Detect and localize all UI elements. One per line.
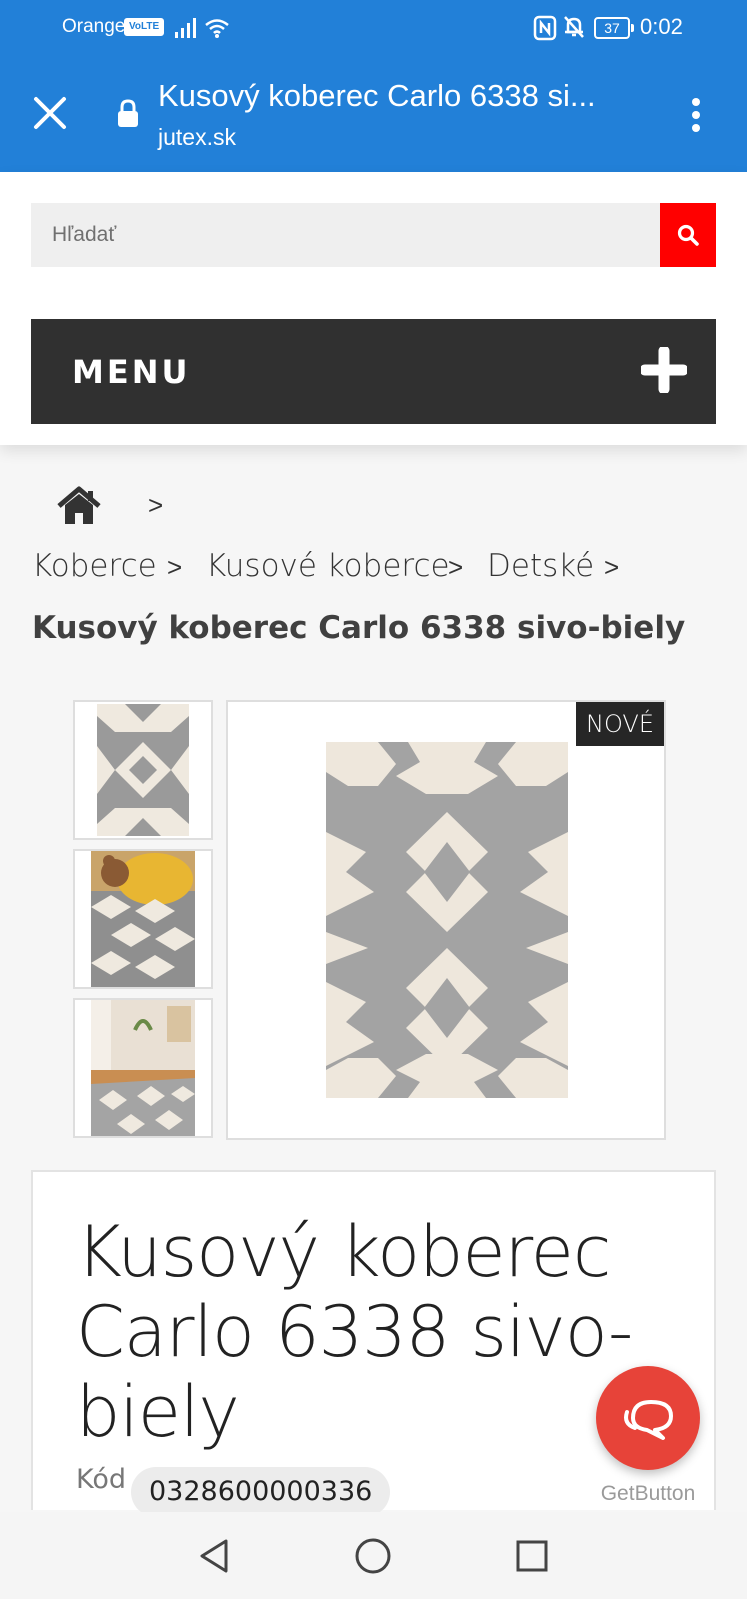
breadcrumb-separator: > <box>167 552 183 582</box>
product-info-card: Kusový koberec Carlo 6338 sivo- biely Kó… <box>31 1170 716 1517</box>
nav-recents-icon[interactable] <box>512 1536 552 1576</box>
breadcrumb-detske[interactable]: Detské <box>487 548 594 584</box>
signal-icon <box>175 18 196 38</box>
home-icon[interactable] <box>55 486 103 526</box>
clock: 0:02 <box>640 14 683 39</box>
product-code-label: Kód <box>76 1464 127 1495</box>
page-domain[interactable]: jutex.sk <box>158 124 236 151</box>
breadcrumb-separator: > <box>604 552 620 582</box>
product-title-line-2: Carlo 6338 sivo- <box>76 1291 633 1373</box>
carrier-name: Orange <box>62 16 126 37</box>
browser-top-bar: Orange VoLTE 37 0:02 Kusový koberec Carl… <box>0 0 747 172</box>
chat-button-caption: GetButton <box>600 1482 696 1505</box>
battery-indicator: 37 <box>594 17 634 39</box>
status-bar: Orange VoLTE 37 0:02 <box>0 0 747 56</box>
breadcrumb-koberce[interactable]: Koberce <box>32 548 157 584</box>
product-code-value: 0328600000336 <box>131 1467 391 1517</box>
product-title-line-1: Kusový koberec <box>76 1211 611 1293</box>
chat-icon <box>624 1400 673 1440</box>
android-nav-bar <box>0 1512 747 1599</box>
page-title[interactable]: Kusový koberec Carlo 6338 si... <box>158 78 628 114</box>
close-icon[interactable] <box>30 93 70 133</box>
chat-button[interactable] <box>596 1366 700 1470</box>
nfc-icon <box>533 15 557 41</box>
lock-icon <box>118 99 138 127</box>
nav-back-icon[interactable] <box>194 1536 234 1576</box>
gallery-thumbnail-1[interactable] <box>73 700 213 840</box>
breadcrumb-separator: > <box>148 490 164 520</box>
search-icon <box>677 224 699 246</box>
mute-icon <box>564 16 584 38</box>
main-product-image[interactable]: NOVÉ <box>226 700 666 1140</box>
rug-room-image <box>91 851 195 987</box>
search-input[interactable] <box>31 203 661 267</box>
gallery-thumbnail-3[interactable] <box>73 998 213 1138</box>
product-heading: Kusový koberec Carlo 6338 sivo-biely <box>32 610 686 646</box>
nav-home-icon[interactable] <box>353 1536 393 1576</box>
product-title: Kusový koberec Carlo 6338 sivo- biely <box>76 1212 636 1452</box>
rug-main-image <box>326 742 568 1098</box>
rug-thumbnail-image <box>97 704 189 836</box>
breadcrumb-separator: > <box>448 552 464 582</box>
kebab-menu-icon[interactable] <box>686 95 706 135</box>
new-badge: NOVÉ <box>576 702 664 746</box>
plus-icon <box>641 347 687 393</box>
product-title-line-3: biely <box>76 1371 240 1453</box>
wifi-icon <box>205 19 229 38</box>
menu-label: MENU <box>72 353 191 391</box>
site-header: MENU <box>0 172 747 445</box>
menu-toggle[interactable]: MENU <box>31 319 716 424</box>
breadcrumb-kusove-koberce[interactable]: Kusové koberce <box>206 548 450 584</box>
rug-interior-image <box>91 1000 195 1136</box>
search-button[interactable] <box>660 203 716 267</box>
battery-level: 37 <box>594 17 630 39</box>
volte-badge: VoLTE <box>124 18 165 36</box>
gallery-thumbnail-2[interactable] <box>73 849 213 989</box>
